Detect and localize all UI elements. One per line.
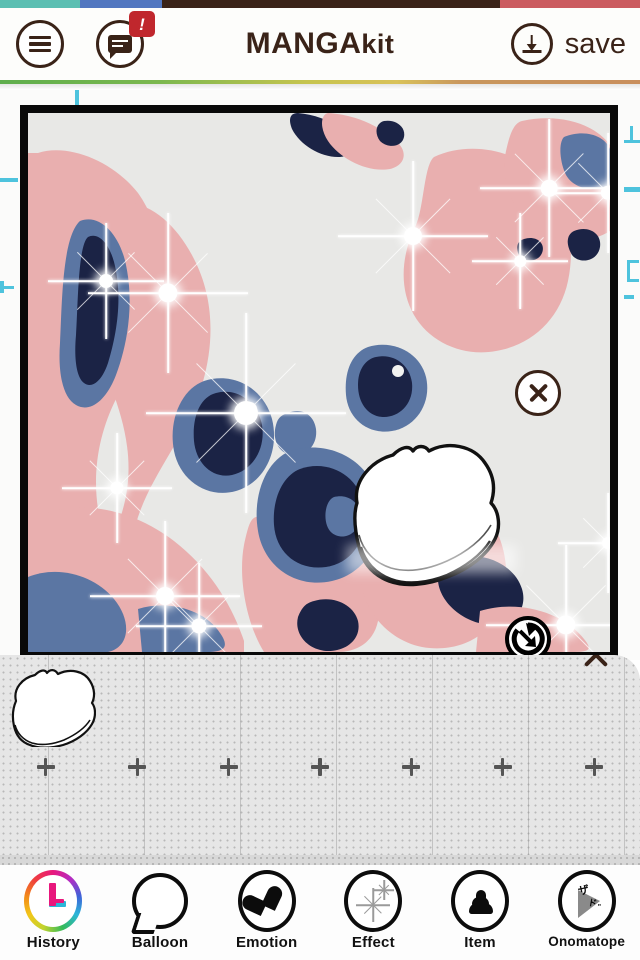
sticker-shadow <box>347 545 517 573</box>
nav-item-effect[interactable]: Effect <box>320 865 427 960</box>
chat-bubble-icon <box>108 35 132 59</box>
nav-item-emotion[interactable]: Emotion <box>213 865 320 960</box>
app-header: ! MANGAkit save <box>0 8 640 80</box>
chat-notification-badge: ! <box>129 11 155 37</box>
bread-slice-thumbnail <box>11 669 97 749</box>
sticker-delete-button[interactable] <box>515 370 561 416</box>
strip-segment-teal <box>0 0 80 8</box>
guide-mark-left-3 <box>0 281 4 293</box>
save-button-label: save <box>564 27 626 60</box>
nav-label-balloon: Balloon <box>131 934 189 951</box>
guide-mark-right-3 <box>624 187 640 192</box>
guide-mark-right-7 <box>624 295 634 299</box>
nav-divider <box>0 855 640 865</box>
guide-mark-right-2 <box>630 126 633 142</box>
drawer-slot-markers <box>0 755 640 779</box>
drawer-slot[interactable] <box>0 755 91 779</box>
item-drawer[interactable] <box>0 655 640 855</box>
hamburger-menu-icon <box>29 32 51 56</box>
plus-icon <box>36 758 55 776</box>
download-icon <box>510 23 553 65</box>
plus-icon <box>219 758 238 776</box>
plus-icon <box>493 758 512 776</box>
strip-segment-brown <box>162 0 500 8</box>
sparkle-icon <box>341 869 405 933</box>
plus-icon <box>310 758 329 776</box>
drawer-slot[interactable] <box>457 755 548 779</box>
history-clock-icon <box>21 869 85 933</box>
guide-mark-left-1 <box>0 178 18 182</box>
plus-icon <box>128 758 147 776</box>
rotate-resize-icon <box>511 622 545 656</box>
strip-segment-red <box>500 0 640 8</box>
guide-mark-right-6 <box>627 279 639 282</box>
nav-item-onomatope[interactable]: ザ ド " Onomatope <box>533 865 640 960</box>
strip-segment-blue <box>80 0 162 8</box>
drawer-slot[interactable] <box>91 755 182 779</box>
menu-button[interactable] <box>16 20 64 68</box>
app-title-sub: kit <box>361 29 395 59</box>
drawer-slot[interactable] <box>274 755 365 779</box>
nav-label-history: History <box>26 934 80 951</box>
editor-stage[interactable] <box>0 90 640 660</box>
poop-item-icon <box>448 869 512 933</box>
chat-button[interactable]: ! <box>96 11 155 68</box>
sticker-rotate-resize-handle[interactable] <box>505 616 551 660</box>
onomatope-icon: ザ ド " <box>555 869 619 933</box>
drawer-close-button[interactable] <box>576 655 616 675</box>
nav-label-effect: Effect <box>351 934 395 951</box>
guide-mark-right-5 <box>627 260 639 263</box>
app-title-main: MANGA <box>245 27 362 60</box>
nav-label-emotion: Emotion <box>235 934 298 951</box>
placed-sticker[interactable] <box>335 370 561 660</box>
drawer-item-bread[interactable] <box>4 667 97 749</box>
nav-item-item[interactable]: Item <box>427 865 534 960</box>
nav-item-history[interactable]: History <box>0 865 107 960</box>
speech-balloon-icon <box>128 869 192 933</box>
heart-icon <box>235 869 299 933</box>
drawer-slot[interactable] <box>549 755 640 779</box>
plus-icon <box>402 758 421 776</box>
save-button[interactable]: save <box>510 23 626 65</box>
top-color-strip <box>0 0 640 8</box>
drawer-slot[interactable] <box>183 755 274 779</box>
bottom-toolbar: History Balloon Emotion Effect Item ザ ド … <box>0 865 640 960</box>
bread-slice-sticker[interactable] <box>335 435 525 610</box>
plus-icon <box>585 758 604 776</box>
nav-label-item: Item <box>464 934 496 951</box>
drawer-slot[interactable] <box>366 755 457 779</box>
nav-label-onomatope: Onomatope <box>548 934 626 949</box>
nav-item-balloon[interactable]: Balloon <box>107 865 214 960</box>
